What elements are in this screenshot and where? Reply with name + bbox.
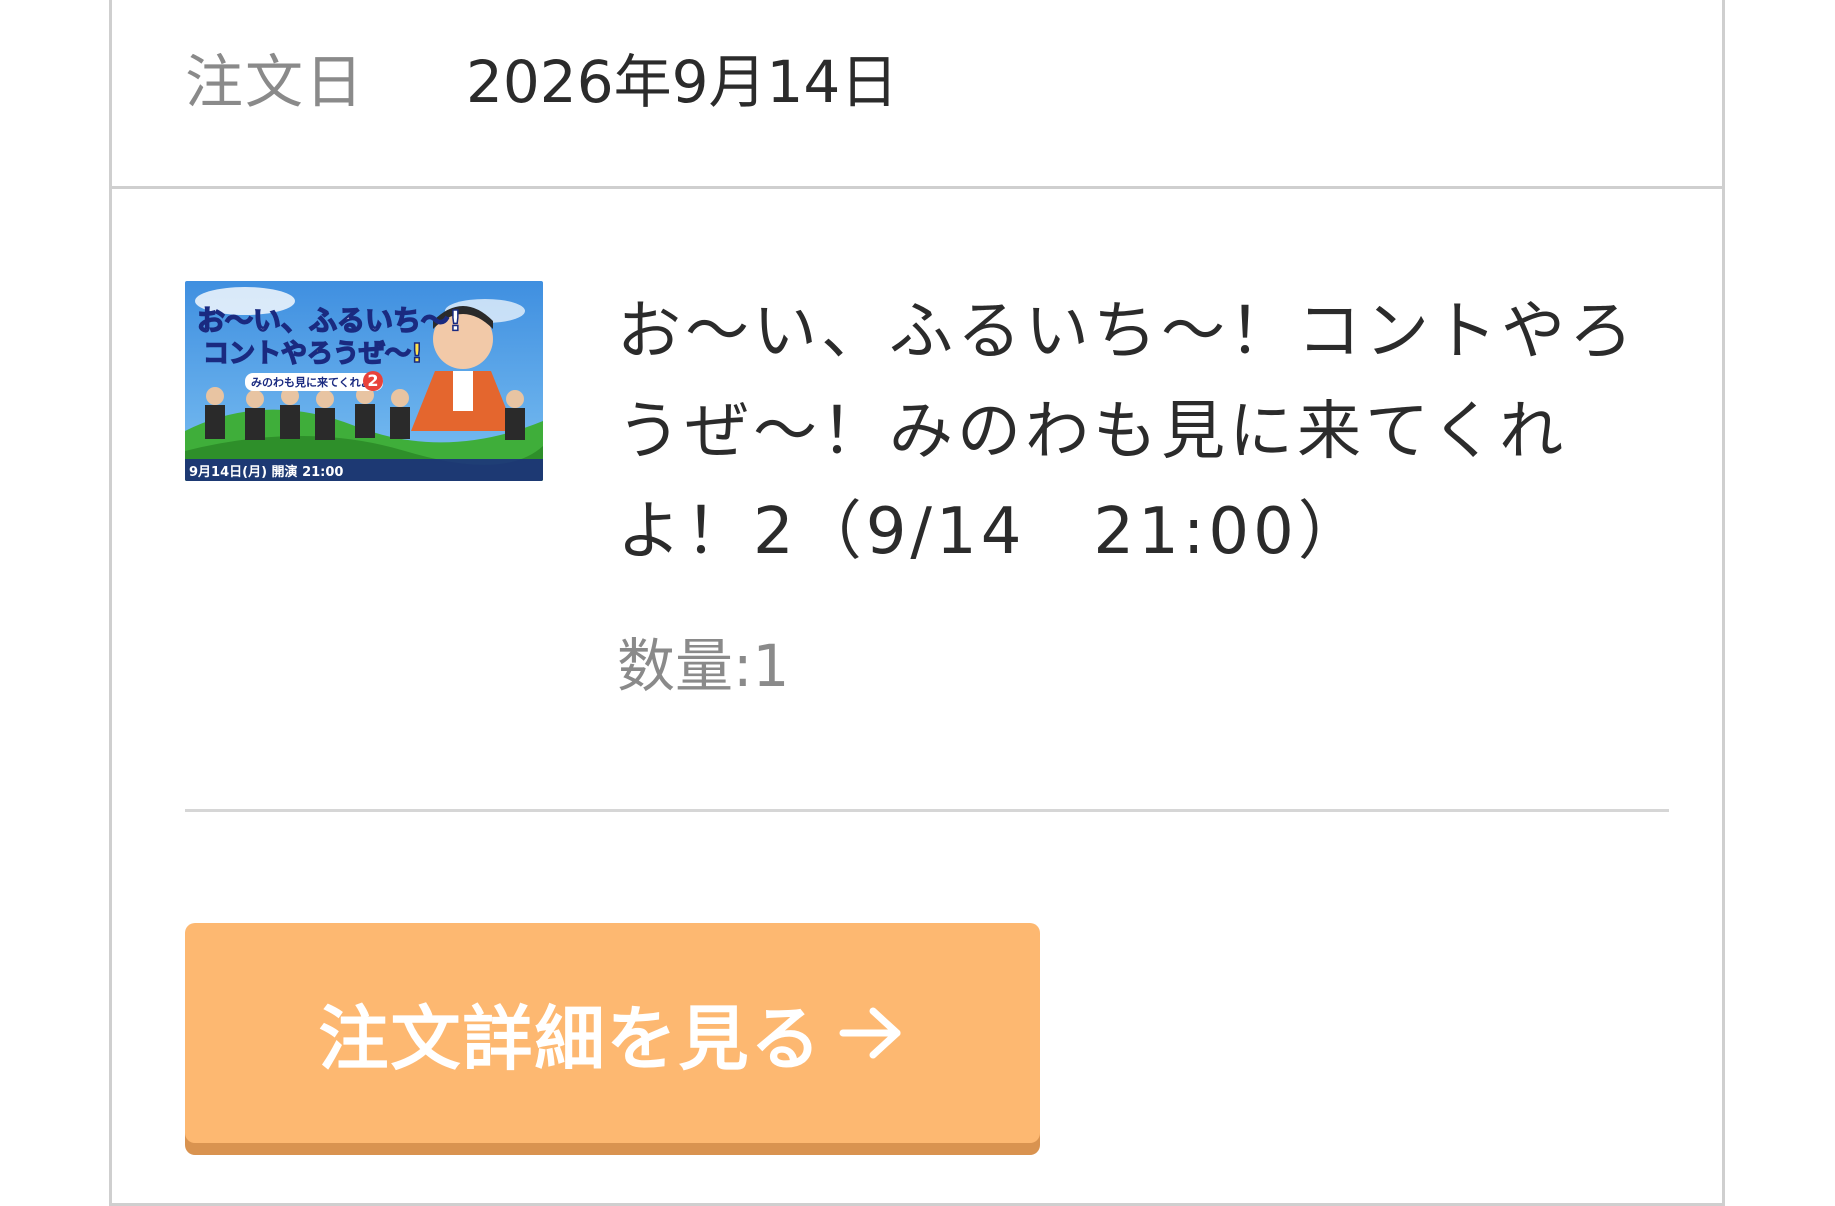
product-quantity: 数量:1 xyxy=(617,632,790,700)
thumbnail-date-band: 9月14日(月) 開演 21:00 xyxy=(189,465,344,480)
order-date-value: 2026年9月14日 xyxy=(466,48,899,116)
order-detail-button[interactable]: 注文詳細を見る xyxy=(185,923,1040,1143)
product-thumbnail[interactable]: お〜い、ふるいち〜! コントやろうぜ〜! みのわも見に来てくれよ! 2 9月14… xyxy=(185,281,543,481)
order-date-row: 注文日 2026年9月14日 xyxy=(112,0,1722,189)
thumbnail-title-line2: コントやろうぜ〜! xyxy=(202,338,423,370)
section-divider xyxy=(185,809,1669,812)
product-title[interactable]: お〜い、ふるいち〜！コントやろうぜ〜！みのわも見に来てくれよ！2（9/14 21… xyxy=(617,282,1647,582)
order-detail-button-label: 注文詳細を見る xyxy=(318,997,823,1080)
arrow-right-icon xyxy=(839,1007,900,1059)
thumbnail-number-badge: 2 xyxy=(363,371,383,391)
thumbnail-subtitle: みのわも見に来てくれよ! xyxy=(245,373,383,391)
order-card: 注文日 2026年9月14日 お〜い、ふるいち〜! コントやろうぜ〜! みのわも… xyxy=(109,0,1725,1206)
order-date-label: 注文日 xyxy=(185,48,366,116)
